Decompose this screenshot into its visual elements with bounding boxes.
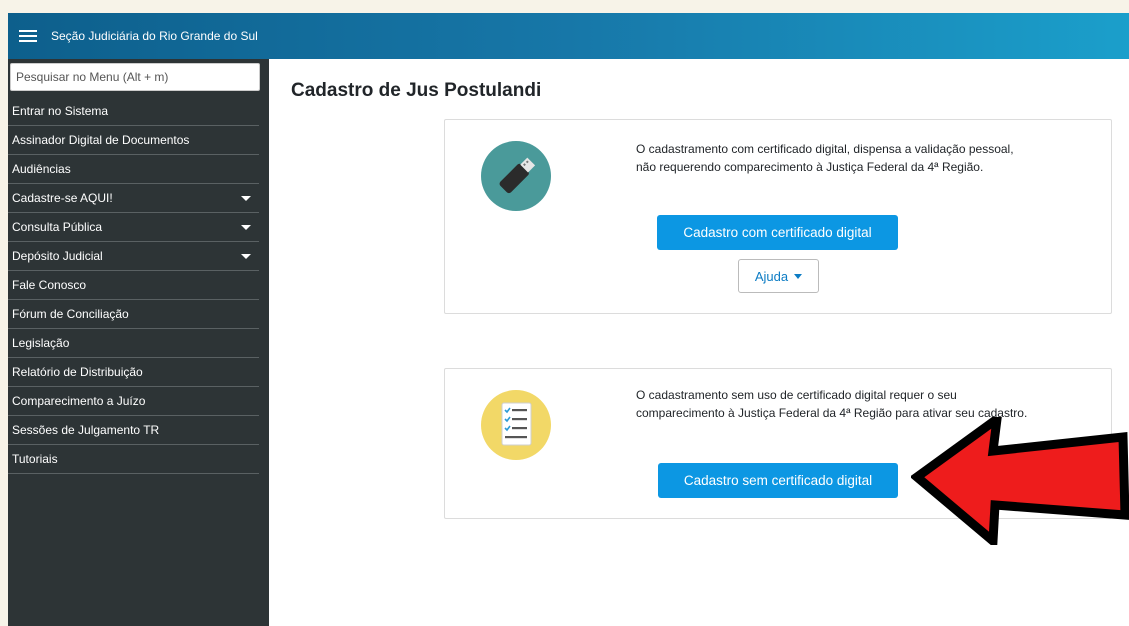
sidebar-item-fale-conosco[interactable]: Fale Conosco [8,271,259,300]
sidebar-item-deposito-judicial[interactable]: Depósito Judicial [8,242,259,271]
sidebar-item-label: Cadastre-se AQUI! [12,191,113,205]
sidebar-item-label: Relatório de Distribuição [12,365,143,379]
browser-viewport: Seção Judiciária do Rio Grande do Sul En… [8,13,1129,626]
sidebar-item-legislacao[interactable]: Legislação [8,329,259,358]
sidebar: Entrar no Sistema Assinador Digital de D… [8,59,269,626]
certificate-registration-card: O cadastramento com certificado digital,… [444,119,1112,314]
sidebar-item-label: Consulta Pública [12,220,103,234]
sidebar-item-consulta-publica[interactable]: Consulta Pública [8,213,259,242]
sidebar-item-label: Fórum de Conciliação [12,307,129,321]
caret-down-icon [241,195,251,201]
description-line: O cadastramento com certificado digital,… [636,142,1014,156]
register-with-certificate-button[interactable]: Cadastro com certificado digital [657,215,898,250]
hamburger-menu-icon[interactable] [19,29,37,43]
sidebar-item-relatorio-de-distribuicao[interactable]: Relatório de Distribuição [8,358,259,387]
sidebar-item-label: Tutoriais [12,452,58,466]
sidebar-item-label: Legislação [12,336,70,350]
red-arrow-annotation-icon [911,417,1129,545]
help-dropdown-button[interactable]: Ajuda [738,259,819,293]
caret-down-icon [241,253,251,259]
page-title: Cadastro de Jus Postulandi [291,80,542,101]
sidebar-item-audiencias[interactable]: Audiências [8,155,259,184]
sidebar-item-label: Audiências [12,162,71,176]
sidebar-item-tutoriais[interactable]: Tutoriais [8,445,259,474]
sidebar-item-assinador-digital[interactable]: Assinador Digital de Documentos [8,126,259,155]
description-line: O cadastramento sem uso de certificado d… [636,388,957,402]
sidebar-item-comparecimento-a-juizo[interactable]: Comparecimento a Juízo [8,387,259,416]
sidebar-item-label: Fale Conosco [12,278,87,292]
sidebar-item-label: Entrar no Sistema [12,104,109,118]
sidebar-item-label: Assinador Digital de Documentos [12,133,190,147]
menu-search-input[interactable] [10,63,260,91]
top-navbar: Seção Judiciária do Rio Grande do Sul [8,13,1129,59]
certificate-description: O cadastramento com certificado digital,… [636,140,1096,176]
sidebar-item-label: Depósito Judicial [12,249,103,263]
caret-down-icon [241,224,251,230]
register-without-certificate-button[interactable]: Cadastro sem certificado digital [658,463,898,498]
checklist-icon [481,390,551,460]
sidebar-item-label: Comparecimento a Juízo [12,394,146,408]
sidebar-menu: Entrar no Sistema Assinador Digital de D… [8,97,259,474]
sidebar-item-sessoes-de-julgamento[interactable]: Sessões de Julgamento TR [8,416,259,445]
description-line: não requerendo comparecimento à Justiça … [636,160,984,174]
sidebar-item-entrar-no-sistema[interactable]: Entrar no Sistema [8,97,259,126]
caret-down-icon [794,273,803,279]
sidebar-item-forum-de-conciliacao[interactable]: Fórum de Conciliação [8,300,259,329]
help-label: Ajuda [754,268,789,284]
sidebar-item-label: Sessões de Julgamento TR [12,423,160,437]
sidebar-item-cadastre-se[interactable]: Cadastre-se AQUI! [8,184,259,213]
usb-token-icon [481,141,551,211]
site-title[interactable]: Seção Judiciária do Rio Grande do Sul [51,29,258,43]
